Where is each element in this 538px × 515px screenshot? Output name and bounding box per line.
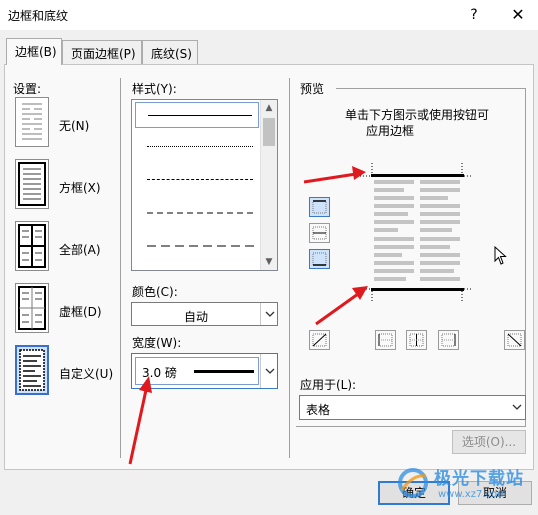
- annotation-arrow-top: [303, 166, 366, 184]
- watermark-logo-icon: [398, 468, 428, 498]
- tab-borders[interactable]: 边框(B): [6, 38, 62, 65]
- left-border-button[interactable]: [375, 330, 396, 350]
- color-value: 自动: [183, 310, 208, 324]
- style-list[interactable]: ▲ ▼: [131, 99, 278, 271]
- setting-grid-label[interactable]: 虚框(D): [59, 303, 102, 320]
- tab-label: 页面边框(P): [71, 47, 136, 61]
- inside-vertical-border-button[interactable]: [406, 330, 427, 350]
- chevron-down-icon[interactable]: [260, 354, 278, 388]
- options-button[interactable]: 选项(O)...: [452, 430, 526, 454]
- setting-all-icon[interactable]: [15, 221, 49, 271]
- style-item-dotted[interactable]: [135, 134, 259, 160]
- apply-to-dropdown[interactable]: 表格: [299, 395, 526, 420]
- bottom-border-button[interactable]: [309, 249, 330, 269]
- preview-hint-1: 单击下方图示或使用按钮可: [345, 108, 490, 122]
- help-button[interactable]: ?: [462, 4, 486, 26]
- preview-group-line: [336, 88, 526, 89]
- watermark: 极光下载站 www.xz7.com: [396, 462, 536, 512]
- watermark-text: 极光下载站: [434, 469, 524, 489]
- style-heading: 样式(Y):: [132, 82, 177, 96]
- preview-group-line: [525, 88, 526, 426]
- scroll-thumb[interactable]: [263, 118, 275, 146]
- setting-box-label[interactable]: 方框(X): [59, 179, 101, 196]
- diagonal-up-border-button[interactable]: [309, 330, 330, 350]
- preview-diagram[interactable]: [360, 163, 472, 301]
- preview-group-line: [296, 426, 526, 427]
- style-item-solid[interactable]: [135, 102, 259, 128]
- setting-none-icon[interactable]: [15, 97, 49, 147]
- style-item-dashed-small[interactable]: [135, 167, 259, 193]
- top-border-button[interactable]: [309, 197, 330, 217]
- close-button[interactable]: ✕: [505, 4, 531, 26]
- setting-custom-label[interactable]: 自定义(U): [59, 365, 113, 382]
- annotation-arrow-bottom: [315, 286, 368, 326]
- annotation-arrow-width: [128, 376, 152, 465]
- setting-all-label[interactable]: 全部(A): [59, 241, 101, 258]
- tab-label: 边框(B): [15, 45, 57, 59]
- color-dropdown[interactable]: 自动: [131, 302, 278, 326]
- style-scrollbar[interactable]: ▲ ▼: [260, 100, 277, 270]
- scroll-up-icon[interactable]: ▲: [261, 100, 277, 116]
- title-bar: 边框和底纹 ? ✕: [0, 0, 538, 30]
- width-line-sample: [194, 370, 254, 373]
- preview-heading: 预览: [300, 82, 325, 96]
- setting-none-label[interactable]: 无(N): [59, 117, 89, 134]
- width-heading: 宽度(W):: [132, 336, 182, 350]
- chevron-down-icon[interactable]: [260, 303, 278, 325]
- column-divider: [289, 78, 290, 458]
- scroll-down-icon[interactable]: ▼: [261, 254, 277, 270]
- apply-to-heading: 应用于(L):: [300, 378, 357, 392]
- style-item-dash-long[interactable]: [135, 234, 259, 260]
- right-border-button[interactable]: [438, 330, 459, 350]
- setting-box-icon[interactable]: [15, 159, 49, 209]
- preview-hint-2: 应用边框: [366, 124, 415, 138]
- watermark-url: www.xz7.com: [438, 489, 507, 500]
- apply-to-value: 表格: [306, 403, 331, 417]
- inside-horizontal-border-button[interactable]: [309, 223, 330, 243]
- tab-label: 底纹(S): [151, 47, 192, 61]
- mouse-cursor-icon: [494, 246, 507, 265]
- tab-page-borders[interactable]: 页面边框(P): [62, 40, 142, 64]
- color-heading: 颜色(C):: [132, 285, 178, 299]
- setting-custom-icon[interactable]: [15, 345, 49, 395]
- setting-grid-icon[interactable]: [15, 283, 49, 333]
- style-item-dashed[interactable]: [135, 201, 259, 227]
- window-title: 边框和底纹: [8, 9, 69, 23]
- chevron-down-icon[interactable]: [508, 396, 526, 419]
- tab-shading[interactable]: 底纹(S): [142, 40, 198, 64]
- diagonal-down-border-button[interactable]: [504, 330, 525, 350]
- settings-heading: 设置:: [13, 82, 42, 96]
